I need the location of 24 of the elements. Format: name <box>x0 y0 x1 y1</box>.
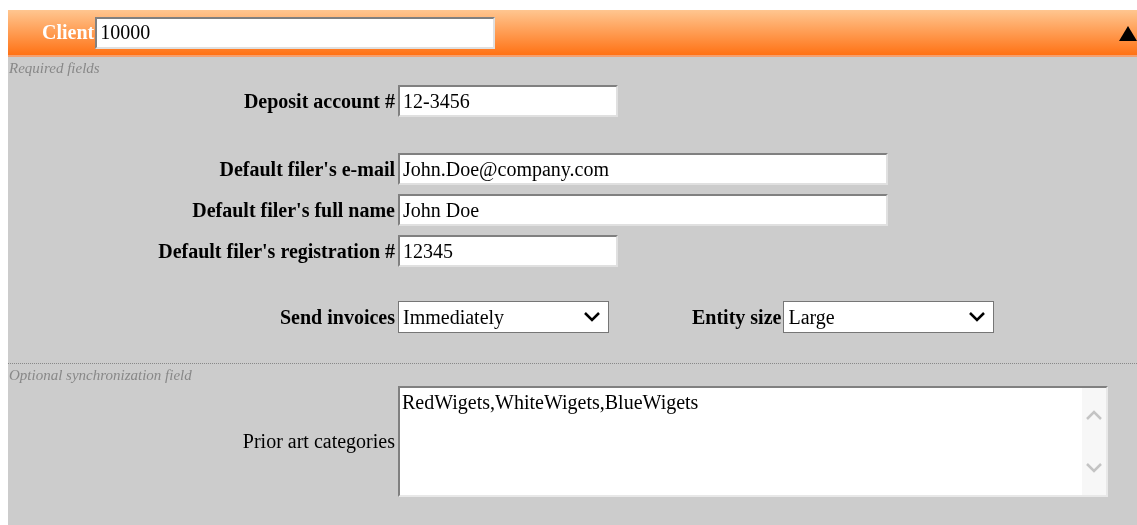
section-caption: Optional synchronization field <box>8 366 193 384</box>
field-label: Deposit account # <box>242 89 395 113</box>
text-area-field[interactable]: RedWigets,WhiteWigets,BlueWigets <box>398 386 1108 497</box>
field-label: Default filer's e-mail <box>218 157 395 181</box>
field-label: Prior art categories <box>241 430 395 453</box>
text-field[interactable]: John.Doe@company.com <box>398 153 888 185</box>
dropdown[interactable]: Large <box>783 301 995 333</box>
field-label: Default filer's registration # <box>157 239 395 263</box>
field-label: Entity size <box>692 305 782 329</box>
text-field[interactable]: 12345 <box>398 235 618 267</box>
section-caption: Required fields <box>8 59 101 77</box>
chevron-down-icon <box>969 312 986 322</box>
field-label: Send invoices <box>278 305 395 329</box>
chevron-down-icon <box>1086 463 1102 474</box>
chevron-down-icon <box>584 312 600 322</box>
client-label: Client <box>42 21 95 44</box>
scrollbar[interactable] <box>1082 388 1106 495</box>
chevron-up-icon <box>1086 409 1102 420</box>
client-field[interactable]: 10000 <box>95 16 496 49</box>
text-field[interactable]: 12-3456 <box>398 85 618 117</box>
dropdown[interactable]: Immediately <box>398 301 609 333</box>
text-field[interactable]: John Doe <box>398 194 888 226</box>
triangle-up-icon[interactable] <box>1119 24 1137 42</box>
field-label: Default filer's full name <box>191 198 395 222</box>
